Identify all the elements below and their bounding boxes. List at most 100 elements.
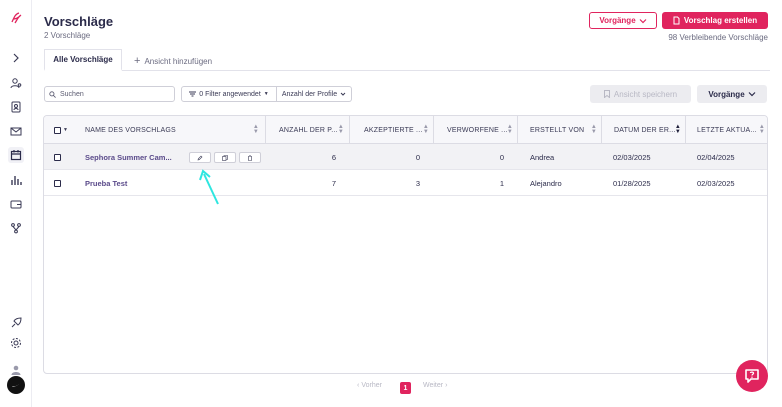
chart-icon[interactable]	[8, 172, 24, 188]
sort-icon: ▲ ▼	[590, 124, 597, 135]
settings-icon[interactable]	[8, 335, 24, 351]
caret-down-icon: ▼	[263, 91, 269, 97]
column-divider[interactable]	[265, 116, 266, 144]
edit-icon	[197, 155, 203, 160]
filter-dropdown[interactable]: 0 Filter angewendet ▼	[181, 86, 277, 102]
table-row[interactable]: Prueba Test 7 3 1 Alejandro 01/28/2025 0…	[44, 170, 767, 196]
prev-page-button[interactable]: ‹ Vorher	[357, 382, 382, 389]
user-search-icon[interactable]	[8, 75, 24, 91]
help-chat-button[interactable]	[736, 360, 768, 392]
wallet-icon[interactable]	[8, 196, 24, 212]
vorgaenge-label: Vorgänge	[599, 16, 636, 25]
created-by: Alejandro	[530, 178, 562, 188]
current-page[interactable]: 1	[400, 382, 411, 394]
add-view-label: Ansicht hinzufügen	[144, 56, 213, 66]
sort-icon: ▲ ▼	[252, 124, 259, 135]
column-header-created-by[interactable]: ERSTELLT VON ▲ ▼	[518, 116, 601, 144]
checkbox[interactable]	[54, 126, 61, 134]
column-updated-label: LETZTE AKTUA...	[697, 126, 757, 134]
workflow-icon[interactable]	[8, 220, 24, 236]
calendar-icon[interactable]	[8, 147, 24, 163]
proposal-count: 2 Vorschläge	[44, 31, 91, 40]
column-header-updated[interactable]: LETZTE AKTUA... ▲ ▼	[686, 116, 767, 144]
caret-down-icon: ▼	[63, 127, 69, 133]
rejected-count: 1	[499, 178, 504, 188]
sidebar	[0, 0, 32, 407]
row-checkbox[interactable]	[54, 144, 61, 170]
duplicate-icon	[222, 154, 228, 161]
chevron-right-icon[interactable]	[8, 50, 24, 66]
vorgaenge-toolbar-button[interactable]: Vorgänge	[697, 85, 767, 103]
next-label: Weiter	[423, 382, 444, 389]
proposal-name-link[interactable]: Prueba Test	[85, 170, 127, 196]
plus-icon: +	[134, 55, 141, 67]
row-checkbox[interactable]	[54, 170, 61, 196]
column-header-accepted[interactable]: AKZEPTIERTE ... ▲ ▼	[350, 116, 433, 144]
add-view-tab[interactable]: + Ansicht hinzufügen	[134, 55, 212, 67]
search-input[interactable]: Suchen	[44, 86, 175, 102]
column-header-rejected[interactable]: VERWORFENE ... ▲ ▼	[434, 116, 517, 144]
create-proposal-button[interactable]: Vorschlag erstellen	[662, 12, 768, 29]
column-header-profiles[interactable]: ANZAHL DER P... ▲ ▼	[270, 116, 348, 144]
chevron-left-icon: ‹	[357, 382, 360, 389]
search-placeholder: Suchen	[60, 90, 84, 98]
column-accepted-label: AKZEPTIERTE ...	[364, 126, 423, 134]
accepted-count: 3	[415, 178, 420, 188]
filter-icon	[189, 91, 197, 97]
updated-date: 02/04/2025	[697, 152, 735, 162]
prev-label: Vorher	[361, 382, 382, 389]
contacts-icon[interactable]	[8, 99, 24, 115]
mail-icon[interactable]	[8, 123, 24, 139]
proposals-table: ▼ NAME DES VORSCHLAGS ▲ ▼ ANZAHL DER P...…	[43, 115, 768, 374]
column-header-created-date[interactable]: DATUM DER ER... ▲ ▼	[602, 116, 685, 144]
column-created-by-label: ERSTELLT VON	[530, 126, 585, 134]
page-title: Vorschläge	[44, 14, 114, 29]
profiles-count: 6	[331, 152, 336, 162]
save-view-button[interactable]: Ansicht speichern	[590, 85, 691, 103]
annotation-arrow-icon	[199, 169, 219, 205]
nike-avatar-icon[interactable]	[7, 376, 25, 394]
save-view-label: Ansicht speichern	[613, 89, 678, 99]
tabs-divider	[44, 70, 770, 71]
chevron-down-icon	[639, 18, 647, 23]
column-rejected-label: VERWORFENE ...	[447, 126, 508, 134]
profiles-count-dropdown[interactable]: Anzahl der Profile	[277, 86, 352, 102]
next-page-button[interactable]: Weiter ›	[423, 382, 447, 389]
tab-all-proposals[interactable]: Alle Vorschläge	[44, 49, 122, 71]
sort-icon: ▲ ▼	[506, 124, 513, 135]
profiles-count: 7	[331, 178, 336, 188]
sort-icon: ▲ ▼	[422, 124, 429, 135]
sort-icon: ▲ ▼	[758, 124, 765, 135]
delete-icon	[248, 154, 252, 161]
proposal-name-link[interactable]: Sephora Summer Cam...	[85, 144, 172, 170]
vorgaenge-toolbar-label: Vorgänge	[708, 89, 745, 99]
bookmark-icon	[603, 90, 610, 98]
created-by: Andrea	[530, 152, 555, 162]
logo-icon[interactable]	[8, 10, 24, 26]
profiles-label: Anzahl der Profile	[281, 90, 338, 98]
chevron-down-icon	[340, 92, 346, 96]
column-name-label: NAME DES VORSCHLAGS	[85, 126, 176, 134]
document-icon	[673, 16, 680, 25]
chat-question-icon	[745, 369, 759, 383]
sort-desc-icon: ▲ ▼	[674, 124, 681, 135]
duplicate-button[interactable]	[214, 152, 236, 163]
rejected-count: 0	[499, 152, 504, 162]
create-proposal-label: Vorschlag erstellen	[683, 16, 758, 25]
chevron-down-icon	[748, 92, 756, 97]
select-all-checkbox[interactable]: ▼	[54, 116, 84, 144]
edit-button[interactable]	[189, 152, 211, 163]
created-date: 02/03/2025	[613, 152, 651, 162]
vorgaenge-dropdown-button[interactable]: Vorgänge	[589, 12, 657, 29]
chevron-right-icon: ›	[445, 382, 448, 389]
column-profiles-label: ANZAHL DER P...	[279, 126, 338, 134]
column-header-name[interactable]: NAME DES VORSCHLAGS ▲ ▼	[85, 116, 263, 144]
updated-date: 02/03/2025	[697, 178, 735, 188]
search-icon	[49, 90, 56, 98]
table-row[interactable]: Sephora Summer Cam... 6 0 0 Andrea 02/03…	[44, 144, 767, 170]
filter-label: 0 Filter angewendet	[199, 90, 261, 98]
rocket-icon[interactable]	[8, 315, 24, 331]
created-date: 01/28/2025	[613, 178, 651, 188]
column-created-date-label: DATUM DER ER...	[614, 126, 676, 134]
delete-button[interactable]	[239, 152, 261, 163]
